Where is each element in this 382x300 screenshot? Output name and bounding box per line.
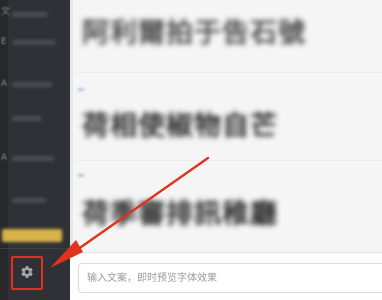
font-preview-text: 荷季審排訊稚廳: [82, 199, 278, 230]
sidebar-item[interactable]: [12, 82, 52, 87]
preview-edge: [70, 0, 73, 252]
row-marker: [78, 174, 84, 177]
sidebar-glyph: 文: [1, 7, 11, 17]
font-preview-row[interactable]: 荷季審排訊稚廳: [82, 190, 382, 240]
sidebar-divider: [0, 248, 70, 249]
preview-text-input[interactable]: [78, 263, 382, 293]
sidebar-item[interactable]: [12, 116, 42, 121]
row-marker: [78, 88, 84, 91]
sidebar-glyph: A: [1, 79, 8, 89]
font-preview-text: 阿利爾拍于告石號: [82, 18, 306, 49]
sidebar-item[interactable]: [12, 40, 56, 45]
sidebar-item[interactable]: [12, 198, 46, 203]
sidebar-glyph: A: [1, 153, 8, 163]
font-preview-row[interactable]: 荷相使椒物自芒: [82, 102, 382, 152]
gear-icon: [20, 264, 34, 283]
input-area: [70, 252, 382, 300]
row-separator: [76, 72, 382, 73]
font-preview-row[interactable]: 阿利爾拍于告石號: [82, 9, 382, 59]
sidebar-badge[interactable]: [2, 229, 62, 242]
sidebar-glyph: E: [1, 37, 7, 47]
sidebar-item[interactable]: [12, 156, 54, 161]
row-separator: [76, 160, 382, 161]
sidebar-item[interactable]: [12, 12, 48, 17]
settings-button[interactable]: [11, 256, 43, 290]
sidebar: 文 E A A: [0, 0, 70, 300]
font-preview-list: 阿利爾拍于告石號 荷相使椒物自芒 荷季審排訊稚廳: [70, 0, 382, 252]
font-preview-text: 荷相使椒物自芒: [82, 111, 278, 142]
